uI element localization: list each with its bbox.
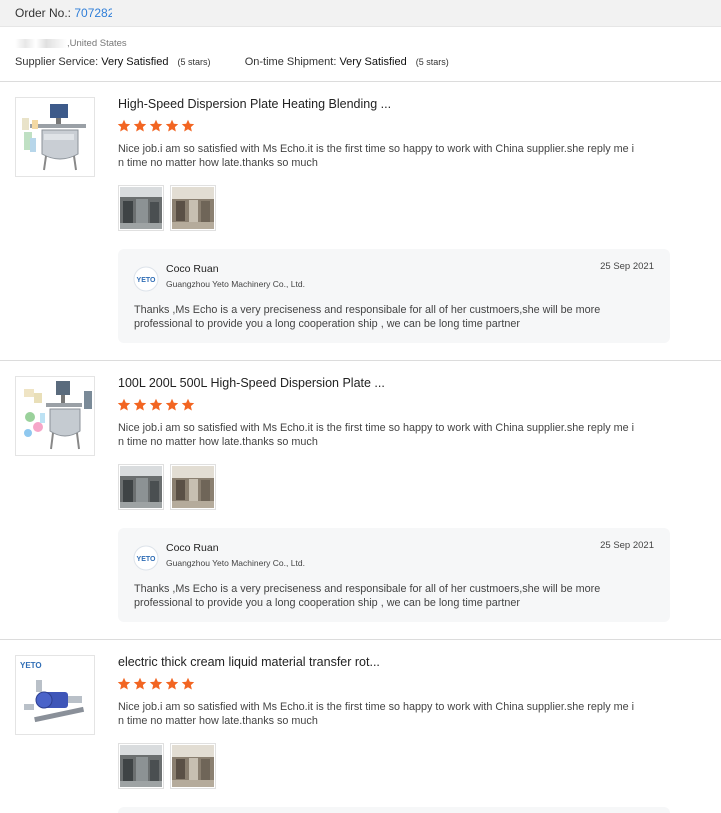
order-header: Order No.: 70728263 (0, 0, 721, 27)
review-photo[interactable] (118, 185, 164, 231)
svg-text:YETO: YETO (20, 661, 42, 670)
star-icon (117, 398, 131, 411)
review-item: YETO electric thick cream liquid materia… (0, 655, 721, 813)
product-thumbnail[interactable] (15, 376, 95, 456)
review-photo[interactable] (118, 743, 164, 789)
reply-author: Coco Ruan (166, 542, 219, 554)
redacted-text (15, 38, 67, 48)
star-icon (149, 119, 163, 132)
divider (0, 81, 721, 82)
factory-photo-image (172, 745, 214, 787)
reply-text: Thanks ,Ms Echo is a very preciseness an… (134, 304, 601, 330)
supplier-service-label: Supplier Service: (15, 56, 99, 68)
review-comment: Nice job.i am so satisfied with Ms Echo.… (118, 701, 635, 727)
factory-photo-image (172, 187, 214, 229)
review-photos (118, 185, 216, 231)
review-comment: Nice job.i am so satisfied with Ms Echo.… (118, 422, 635, 448)
star-rating (117, 119, 195, 133)
buyer-location: ,United States (15, 38, 127, 49)
shipment-stars: (5 stars) (415, 57, 449, 67)
star-icon (181, 398, 195, 411)
review-item: 100L 200L 500L High-Speed Dispersion Pla… (0, 376, 721, 656)
factory-photo-image (172, 466, 214, 508)
review-photo[interactable] (170, 464, 216, 510)
reply-company: Guangzhou Yeto Machinery Co., Ltd. (166, 558, 305, 568)
review-item: High-Speed Dispersion Plate Heating Blen… (0, 97, 721, 377)
dispersion-tank-image (16, 377, 94, 455)
review-photos (118, 743, 216, 789)
factory-photo-image (120, 745, 162, 787)
shipment-value: Very Satisfied (339, 56, 407, 68)
star-icon (133, 398, 147, 411)
factory-photo-image (120, 187, 162, 229)
supplier-service-value: Very Satisfied (101, 56, 169, 68)
mixing-tank-image (16, 98, 94, 176)
star-icon (133, 677, 147, 690)
review-photo[interactable] (170, 185, 216, 231)
star-icon (181, 677, 195, 690)
star-icon (133, 119, 147, 132)
supplier-service-stars: (5 stars) (177, 57, 211, 67)
star-icon (149, 677, 163, 690)
product-title[interactable]: High-Speed Dispersion Plate Heating Blen… (118, 97, 391, 111)
star-icon (117, 677, 131, 690)
location-country: ,United States (67, 38, 127, 49)
divider (0, 360, 721, 361)
product-thumbnail[interactable]: YETO (15, 655, 95, 735)
supplier-logo-icon: YETO (133, 266, 159, 292)
divider (0, 639, 721, 640)
reply-text: Thanks ,Ms Echo is a very preciseness an… (134, 583, 601, 609)
supplier-ratings: Supplier Service: Very Satisfied (5 star… (15, 56, 449, 68)
review-photo[interactable] (170, 743, 216, 789)
supplier-reply (118, 807, 670, 813)
review-comment: Nice job.i am so satisfied with Ms Echo.… (118, 143, 635, 169)
reply-date: 25 Sep 2021 (600, 540, 654, 551)
reply-company: Guangzhou Yeto Machinery Co., Ltd. (166, 279, 305, 289)
shipment-label: On-time Shipment: (244, 56, 337, 68)
svg-text:YETO: YETO (137, 556, 156, 563)
star-rating (117, 677, 195, 691)
star-icon (165, 677, 179, 690)
product-thumbnail[interactable] (15, 97, 95, 177)
star-icon (165, 119, 179, 132)
review-photos (118, 464, 216, 510)
supplier-logo-icon: YETO (133, 545, 159, 571)
supplier-reply: YETO Coco Ruan Guangzhou Yeto Machinery … (118, 249, 670, 343)
order-number-label: Order No.: (15, 6, 72, 20)
supplier-reply: YETO Coco Ruan Guangzhou Yeto Machinery … (118, 528, 670, 622)
star-icon (181, 119, 195, 132)
factory-photo-image (120, 466, 162, 508)
star-icon (165, 398, 179, 411)
review-photo[interactable] (118, 464, 164, 510)
product-title[interactable]: electric thick cream liquid material tra… (118, 655, 380, 669)
star-icon (117, 119, 131, 132)
star-icon (149, 398, 163, 411)
order-number: Order No.: 70728263 (15, 6, 128, 20)
rotor-pump-image: YETO (16, 656, 94, 734)
redaction-mask (112, 5, 182, 20)
reply-date: 25 Sep 2021 (600, 261, 654, 272)
product-title[interactable]: 100L 200L 500L High-Speed Dispersion Pla… (118, 376, 385, 390)
svg-text:YETO: YETO (137, 277, 156, 284)
star-rating (117, 398, 195, 412)
reply-author: Coco Ruan (166, 263, 219, 275)
